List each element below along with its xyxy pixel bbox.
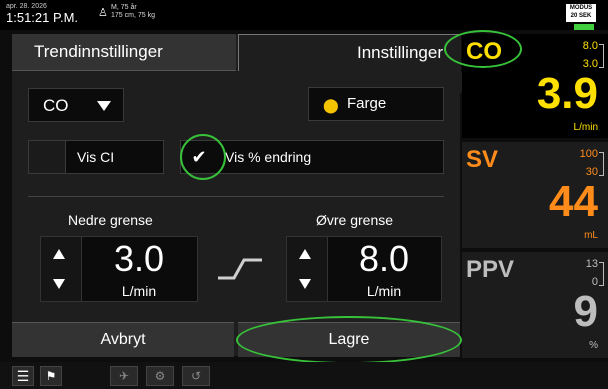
- parameter-value: 9: [573, 287, 598, 336]
- upper-limit-arrows: [287, 237, 328, 301]
- lower-limit-stepper[interactable]: 3.0 L/min: [40, 236, 198, 302]
- color-button-label: Farge: [347, 95, 387, 112]
- highlight-circle-save: [236, 316, 462, 364]
- settings-panel: [12, 34, 460, 356]
- cancel-button[interactable]: Avbryt: [12, 322, 234, 357]
- show-ci-toggle[interactable]: Vis CI: [28, 140, 164, 174]
- parameter-unit: %: [589, 340, 598, 351]
- tab-trend-settings[interactable]: Trendinnstillinger: [12, 34, 236, 71]
- history-icon[interactable]: ↺: [182, 366, 210, 386]
- modus-button[interactable]: MODUS 20 SEK: [566, 4, 596, 22]
- lower-limit-unit: L/min: [121, 283, 157, 299]
- bed-icon[interactable]: ✈: [110, 366, 138, 386]
- color-button[interactable]: ⬤ Farge: [308, 87, 444, 121]
- intervention-icon[interactable]: ⚙: [146, 366, 174, 386]
- battery-icon: [574, 24, 594, 30]
- lower-limit-label: Nedre grense: [68, 212, 153, 228]
- modus-interval: 20 SEK: [570, 13, 592, 19]
- show-ci-label: Vis CI: [77, 149, 115, 165]
- menu-icon[interactable]: ☰: [12, 366, 34, 386]
- patient-info[interactable]: M, 75 år 175 cm, 75 kg: [111, 4, 155, 20]
- tab-settings[interactable]: Innstillinger: [238, 34, 461, 71]
- parameter-tile-sv[interactable]: SV 100 30 44 mL: [462, 142, 608, 248]
- flag-icon[interactable]: ⚑: [40, 366, 62, 386]
- parameter-name: SV: [466, 146, 499, 173]
- lower-limit-arrows: [41, 237, 82, 301]
- upper-limit-value: 8.0: [358, 238, 410, 279]
- parameter-unit: mL: [584, 230, 598, 241]
- patient-demographics: M, 75 år: [111, 4, 137, 11]
- parameter-name: PPV: [466, 256, 515, 283]
- parameter-value: 3.9: [536, 69, 598, 118]
- upper-limit-label: Øvre grense: [316, 212, 394, 228]
- range-bracket: [599, 44, 604, 68]
- divider: [28, 196, 444, 197]
- bottom-nav-bar: [0, 362, 608, 389]
- parameter-max: 13: [585, 258, 598, 270]
- top-status-bar: [0, 0, 608, 30]
- parameter-value: 44: [549, 177, 598, 226]
- range-step-icon: [218, 258, 262, 280]
- chevron-down-icon: [97, 101, 111, 111]
- show-ci-checkbox[interactable]: [29, 141, 66, 173]
- parameter-max: 8.0: [582, 40, 598, 52]
- modus-label: MODUS: [569, 5, 593, 11]
- highlight-circle-co: [444, 30, 522, 68]
- range-bracket: [599, 262, 604, 286]
- decrement-arrow-icon[interactable]: [53, 279, 65, 289]
- highlight-circle-checkbox: [180, 134, 226, 180]
- parameter-max: 100: [579, 148, 598, 160]
- show-pct-label: Vis % endring: [225, 149, 312, 165]
- color-drop-icon: ⬤: [323, 97, 339, 113]
- tab-trend-label: Trendinnstillinger: [34, 42, 163, 61]
- range-bracket: [599, 152, 604, 176]
- patient-icon[interactable]: ♙: [98, 6, 108, 19]
- increment-arrow-icon[interactable]: [53, 249, 65, 259]
- time-text: 1:51:21 P.M.: [6, 10, 79, 25]
- lower-limit-value: 3.0: [113, 238, 165, 279]
- patient-size: 175 cm, 75 kg: [111, 12, 155, 19]
- decrement-arrow-icon[interactable]: [299, 279, 311, 289]
- upper-limit-unit: L/min: [366, 283, 402, 299]
- parameter-select-value: CO: [43, 96, 69, 115]
- upper-limit-stepper[interactable]: 8.0 L/min: [286, 236, 442, 302]
- parameter-select[interactable]: CO: [28, 88, 124, 122]
- parameter-tile-ppv[interactable]: PPV 13 0 9 %: [462, 252, 608, 358]
- date-time: apr. 28. 2026 1:51:21 P.M.: [6, 3, 78, 24]
- parameter-unit: L/min: [573, 122, 598, 133]
- increment-arrow-icon[interactable]: [299, 249, 311, 259]
